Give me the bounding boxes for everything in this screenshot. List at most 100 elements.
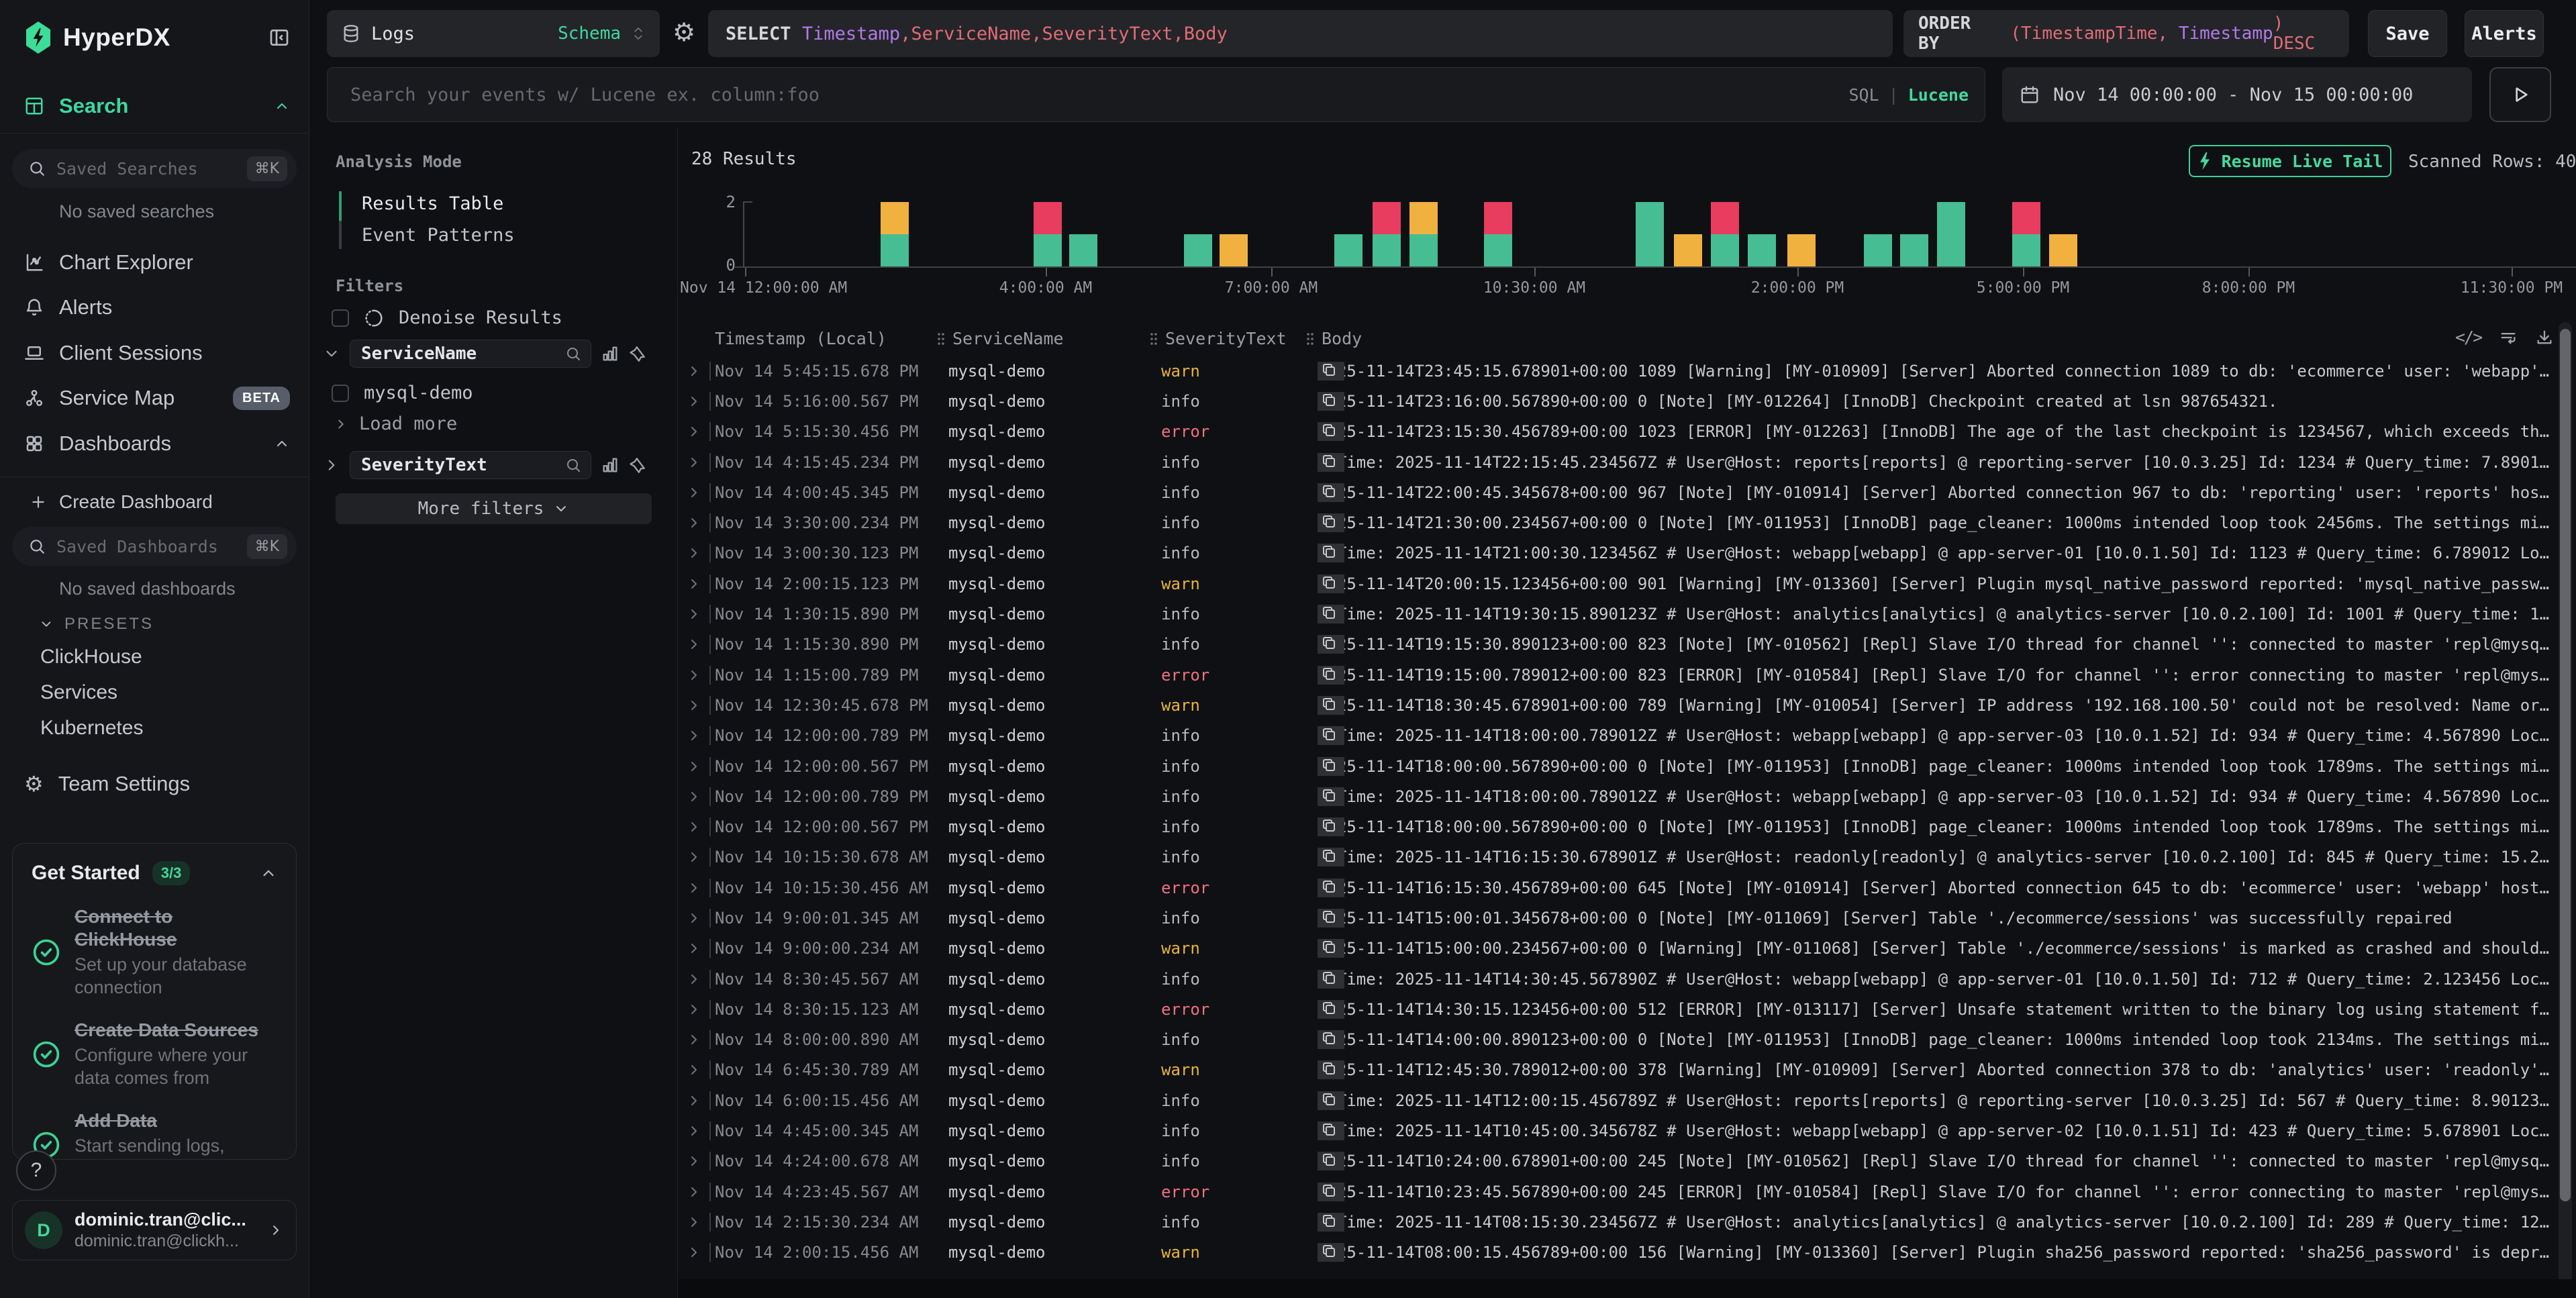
table-row[interactable]: Nov 14 6:45:30.789 AM mysql-demo warn 20… bbox=[678, 1055, 2576, 1085]
user-menu[interactable]: D dominic.tran@clic... dominic.tran@clic… bbox=[12, 1200, 297, 1260]
copy-button[interactable] bbox=[1318, 635, 1344, 654]
order-by-box[interactable]: ORDER BY (TimestampTime, Timestamp ) DES… bbox=[1903, 10, 2349, 57]
expand-row-icon[interactable] bbox=[686, 363, 702, 379]
table-row[interactable]: Nov 14 8:00:00.890 AM mysql-demo info 20… bbox=[678, 1025, 2576, 1055]
task-add-data[interactable]: Add Data Start sending logs, metrics, or… bbox=[32, 1109, 277, 1160]
event-search-input[interactable] bbox=[349, 84, 1848, 106]
drag-handle-icon[interactable] bbox=[936, 332, 946, 346]
copy-button[interactable] bbox=[1318, 848, 1344, 866]
copy-button[interactable] bbox=[1318, 453, 1344, 472]
copy-button[interactable] bbox=[1318, 1060, 1344, 1079]
expand-row-icon[interactable] bbox=[686, 1184, 702, 1200]
histogram-bar-error[interactable] bbox=[1034, 202, 1062, 234]
expand-row-icon[interactable] bbox=[686, 910, 702, 926]
histogram-bar-info[interactable] bbox=[1069, 234, 1097, 266]
preset-kubernetes[interactable]: Kubernetes bbox=[40, 717, 143, 740]
table-row[interactable]: Nov 14 1:15:30.890 PM mysql-demo info 20… bbox=[678, 630, 2576, 660]
copy-button[interactable] bbox=[1318, 817, 1344, 836]
histogram-bar-info[interactable] bbox=[1484, 234, 1512, 266]
histogram-bar-info[interactable] bbox=[1748, 234, 1776, 266]
expand-row-icon[interactable] bbox=[686, 697, 702, 713]
histogram-bar-info[interactable] bbox=[1636, 202, 1664, 266]
table-row[interactable]: Nov 14 12:00:00.567 PM mysql-demo info 2… bbox=[678, 751, 2576, 781]
table-row[interactable]: Nov 14 9:00:00.234 AM mysql-demo warn 20… bbox=[678, 934, 2576, 964]
histogram-bar-warn[interactable] bbox=[881, 202, 909, 234]
facet-search-box[interactable]: ServiceName bbox=[350, 340, 591, 368]
run-query-button[interactable] bbox=[2489, 67, 2551, 122]
table-row[interactable]: Nov 14 4:45:00.345 AM mysql-demo info # … bbox=[678, 1115, 2576, 1146]
copy-button[interactable] bbox=[1318, 605, 1344, 623]
mode-results-table[interactable]: Results Table bbox=[362, 193, 503, 214]
copy-button[interactable] bbox=[1318, 513, 1344, 532]
copy-button[interactable] bbox=[1318, 666, 1344, 685]
drag-handle-icon[interactable] bbox=[1305, 332, 1315, 346]
expand-row-icon[interactable] bbox=[686, 454, 702, 470]
source-select[interactable]: Logs Schema bbox=[327, 10, 660, 57]
preset-clickhouse[interactable]: ClickHouse bbox=[40, 646, 142, 668]
copy-button[interactable] bbox=[1318, 392, 1344, 411]
copy-button[interactable] bbox=[1318, 909, 1344, 928]
source-settings-gear-icon[interactable]: ⚙ bbox=[673, 17, 695, 47]
copy-button[interactable] bbox=[1318, 422, 1344, 441]
copy-button[interactable] bbox=[1318, 1183, 1344, 1201]
lucene-toggle[interactable]: Lucene bbox=[1908, 85, 1969, 105]
copy-button[interactable] bbox=[1318, 726, 1344, 745]
chevron-up-icon[interactable] bbox=[260, 864, 277, 882]
saved-searches-input[interactable]: ⌘K bbox=[12, 149, 297, 188]
expand-row-icon[interactable] bbox=[686, 1001, 702, 1017]
sidebar-item-team-settings[interactable]: ⚙ Team Settings bbox=[24, 766, 290, 801]
copy-button[interactable] bbox=[1318, 970, 1344, 989]
histogram-bar-warn[interactable] bbox=[1220, 234, 1248, 266]
table-row[interactable]: Nov 14 5:16:00.567 PM mysql-demo info 20… bbox=[678, 386, 2576, 416]
expand-row-icon[interactable] bbox=[686, 393, 702, 409]
select-query-box[interactable]: SELECT Timestamp ,ServiceName,SeverityTe… bbox=[708, 10, 1893, 57]
copy-button[interactable] bbox=[1318, 483, 1344, 502]
column-header-severitytext[interactable]: SeverityText bbox=[1149, 329, 1287, 348]
more-filters-button[interactable]: More filters bbox=[336, 493, 652, 524]
table-row[interactable]: Nov 14 9:00:01.345 AM mysql-demo info 20… bbox=[678, 903, 2576, 933]
pin-icon[interactable] bbox=[629, 456, 648, 475]
table-row[interactable]: Nov 14 12:00:00.789 PM mysql-demo info #… bbox=[678, 781, 2576, 811]
table-row[interactable]: Nov 14 2:00:15.456 AM mysql-demo warn 20… bbox=[678, 1238, 2576, 1268]
expand-row-icon[interactable] bbox=[686, 1062, 702, 1078]
collapse-sidebar-icon[interactable] bbox=[268, 27, 290, 48]
mode-event-patterns[interactable]: Event Patterns bbox=[362, 225, 515, 246]
histogram-bar-warn[interactable] bbox=[1787, 234, 1816, 266]
column-header-servicename[interactable]: ServiceName bbox=[936, 329, 1064, 348]
table-row[interactable]: Nov 14 2:00:15.123 PM mysql-demo warn 20… bbox=[678, 568, 2576, 599]
task-create-data-sources[interactable]: Create Data Sources Configure where your… bbox=[32, 1019, 277, 1089]
table-row[interactable]: Nov 14 12:00:00.567 PM mysql-demo info 2… bbox=[678, 811, 2576, 842]
copy-button[interactable] bbox=[1318, 1030, 1344, 1049]
sidebar-item-dashboards[interactable]: Dashboards bbox=[24, 426, 290, 461]
copy-button[interactable] bbox=[1318, 362, 1344, 381]
bar-chart-icon[interactable] bbox=[601, 456, 620, 475]
copy-button[interactable] bbox=[1318, 939, 1344, 958]
expand-row-icon[interactable] bbox=[686, 819, 702, 835]
histogram-bar-error[interactable] bbox=[1373, 202, 1401, 234]
sidebar-item-chart-explorer[interactable]: Chart Explorer bbox=[24, 245, 290, 280]
table-row[interactable]: Nov 14 5:15:30.456 PM mysql-demo error 2… bbox=[678, 417, 2576, 447]
sidebar-item-alerts[interactable]: Alerts bbox=[24, 290, 290, 325]
event-search-bar[interactable]: SQL | Lucene bbox=[327, 67, 1985, 122]
copy-button[interactable] bbox=[1318, 1121, 1344, 1140]
table-row[interactable]: Nov 14 4:00:45.345 PM mysql-demo info 20… bbox=[678, 477, 2576, 507]
table-row[interactable]: Nov 14 4:15:45.234 PM mysql-demo info # … bbox=[678, 447, 2576, 477]
facet-value-mysql-demo[interactable]: mysql-demo bbox=[332, 383, 473, 403]
column-header-body[interactable]: Body bbox=[1305, 329, 1362, 348]
expand-row-icon[interactable] bbox=[686, 1153, 702, 1169]
expand-row-icon[interactable] bbox=[686, 636, 702, 652]
chevron-down-icon[interactable] bbox=[323, 345, 340, 362]
expand-row-icon[interactable] bbox=[686, 485, 702, 501]
expand-row-icon[interactable] bbox=[686, 1032, 702, 1048]
horizontal-scrollbar[interactable] bbox=[678, 1279, 2576, 1298]
histogram-bar-info[interactable] bbox=[1937, 202, 1965, 266]
histogram-bar-info[interactable] bbox=[881, 234, 909, 266]
copy-button[interactable] bbox=[1318, 1243, 1344, 1262]
copy-button[interactable] bbox=[1318, 544, 1344, 562]
chevron-up-icon[interactable] bbox=[274, 98, 290, 114]
expand-row-icon[interactable] bbox=[686, 1123, 702, 1139]
expand-row-icon[interactable] bbox=[686, 576, 702, 592]
expand-row-icon[interactable] bbox=[686, 423, 702, 440]
copy-button[interactable] bbox=[1318, 1091, 1344, 1110]
histogram-bar-info[interactable] bbox=[1900, 234, 1928, 266]
